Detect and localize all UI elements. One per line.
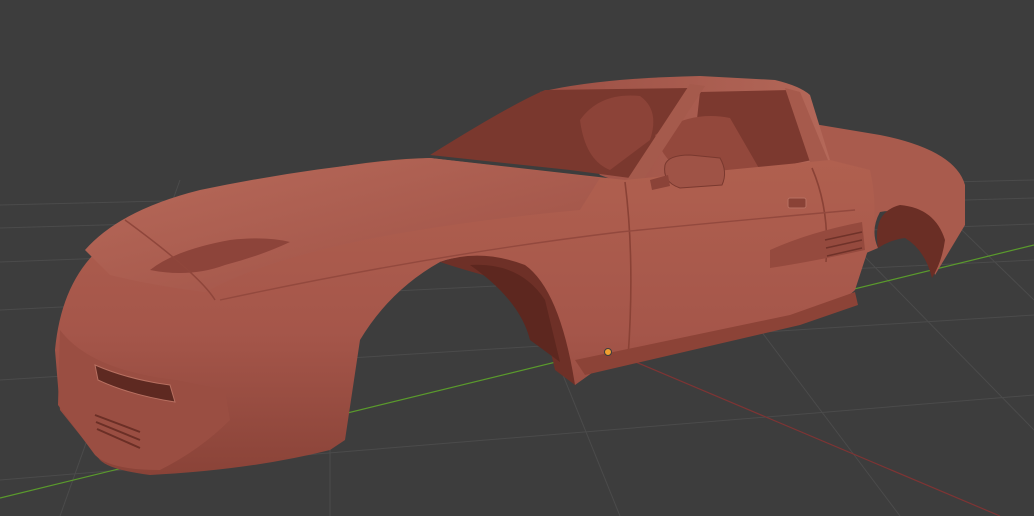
car-body-mesh[interactable] bbox=[55, 76, 965, 475]
door-handle bbox=[787, 197, 807, 209]
object-origin-dot[interactable] bbox=[604, 348, 612, 356]
side-mirror bbox=[664, 154, 726, 189]
viewport-canvas[interactable] bbox=[0, 0, 1034, 516]
3d-viewport[interactable] bbox=[0, 0, 1034, 516]
